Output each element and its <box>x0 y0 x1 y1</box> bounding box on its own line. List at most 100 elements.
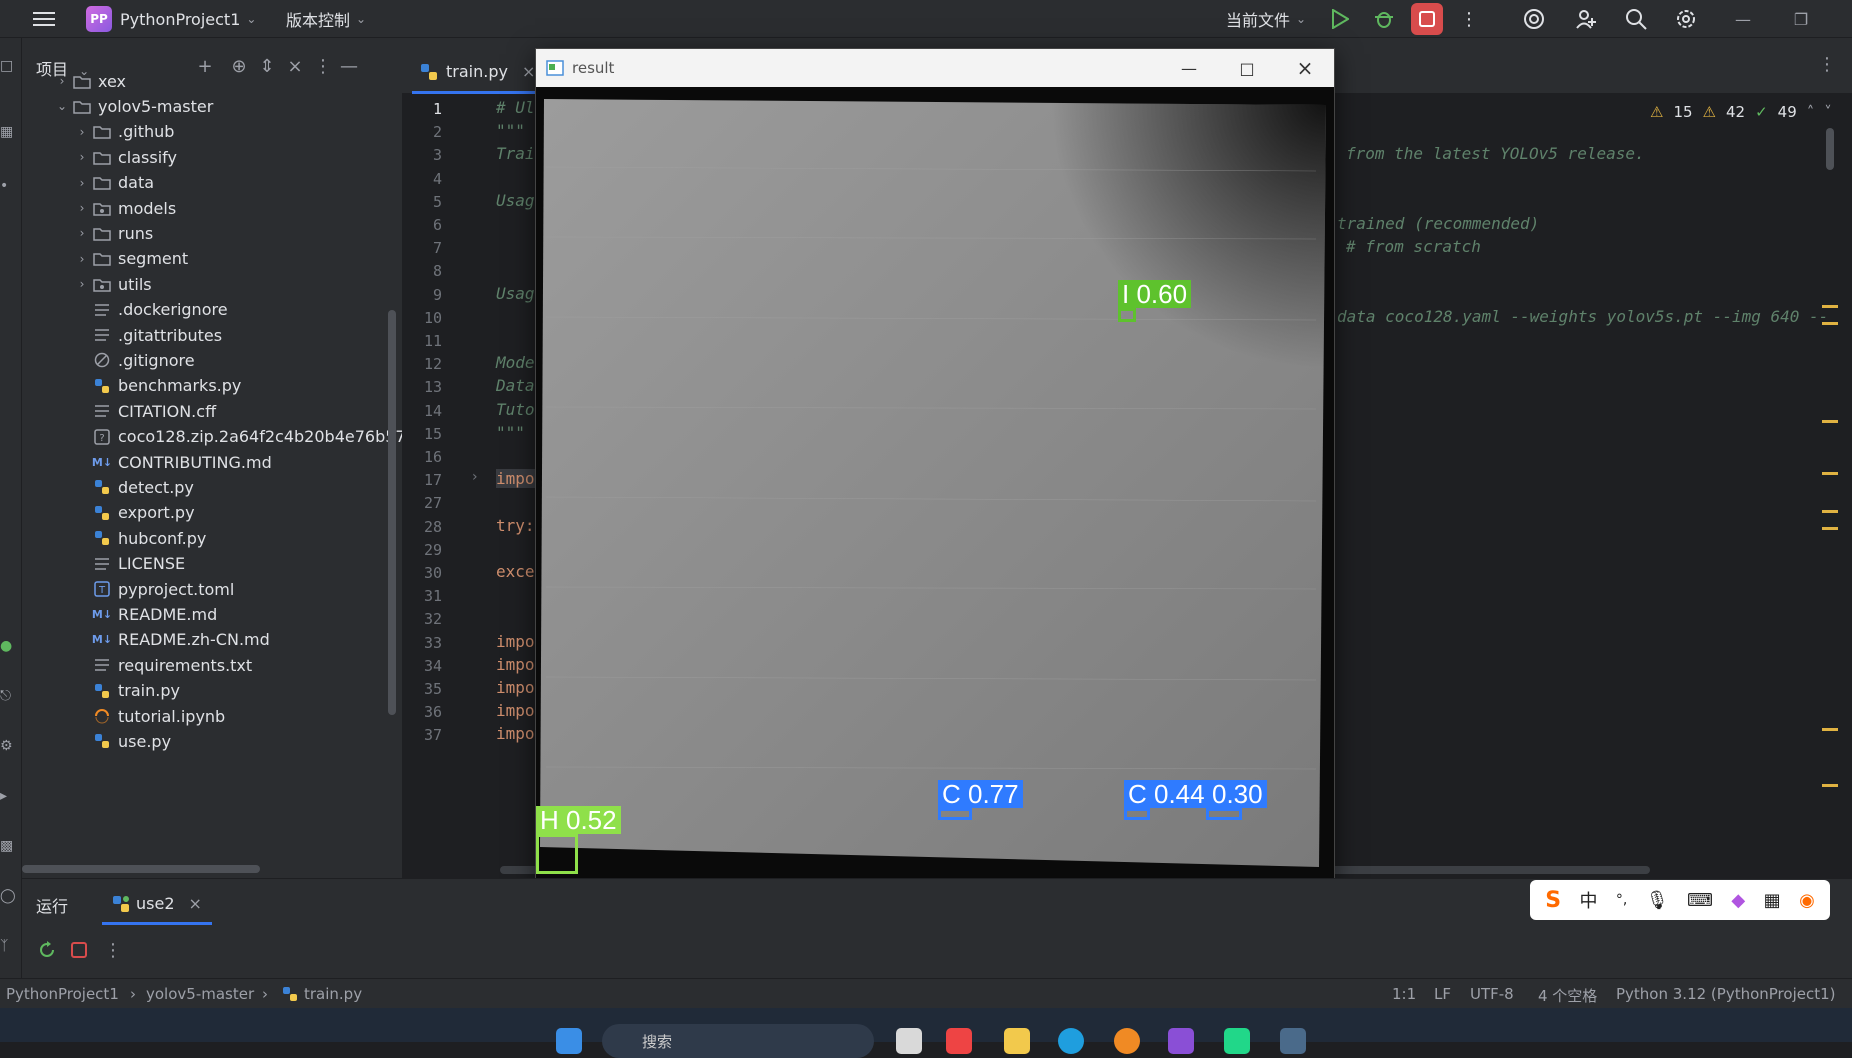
git-icon[interactable]: ᛉ <box>0 938 20 958</box>
app-icon[interactable] <box>1114 1028 1140 1054</box>
minimize-window-button[interactable]: — <box>1718 0 1768 38</box>
run-tab-use2[interactable]: use2 × <box>102 885 212 925</box>
tree-item[interactable]: export.py <box>72 499 195 527</box>
task-view-icon[interactable] <box>896 1028 922 1054</box>
tree-item[interactable]: .dockerignore <box>72 296 228 324</box>
tree-item[interactable]: .gitattributes <box>72 321 222 349</box>
tree-item[interactable]: detect.py <box>72 473 194 501</box>
ime-toolbar[interactable]: S 中 °, 🎙 ⌨ ◆ ▦ ◉ <box>1530 880 1830 920</box>
tree-item[interactable]: Tpyproject.toml <box>72 575 234 603</box>
start-menu-icon[interactable] <box>556 1028 582 1054</box>
chevron-right-icon[interactable]: › <box>72 176 92 190</box>
tree-item[interactable]: requirements.txt <box>72 651 252 679</box>
tree-item[interactable]: M↓ README.md <box>72 600 217 628</box>
grid-menu-icon[interactable]: ▦ <box>1764 890 1781 911</box>
inspection-widget[interactable]: ⚠ 15 ⚠ 42 ✓ 49 ˄ ˅ <box>1650 100 1832 124</box>
close-tab-icon[interactable]: × <box>522 62 535 81</box>
breadcrumb-project[interactable]: PythonProject1 <box>6 985 119 1003</box>
chevron-right-icon[interactable]: › <box>72 226 92 240</box>
ime-mode[interactable]: 中 <box>1579 887 1597 913</box>
structure-tool-icon[interactable]: ▦ <box>0 124 20 144</box>
chevron-down-icon[interactable]: ⌄ <box>52 99 72 113</box>
hide-panel-icon[interactable]: — <box>338 56 360 78</box>
chevron-up-icon[interactable]: ˄ <box>1807 103 1815 121</box>
close-tab-icon[interactable]: × <box>189 894 202 913</box>
warning-stripe[interactable] <box>1822 305 1838 308</box>
chevron-right-icon[interactable]: › <box>72 252 92 266</box>
tree-item[interactable]: › .github <box>72 118 175 146</box>
warning-stripe[interactable] <box>1822 322 1838 325</box>
tab-options-icon[interactable]: ⋮ <box>1818 54 1836 75</box>
tree-item[interactable]: train.py <box>72 677 180 705</box>
close-result-button[interactable]: × <box>1276 49 1334 87</box>
keyboard-icon[interactable]: ⌨ <box>1687 890 1713 911</box>
app-icon[interactable] <box>1280 1028 1306 1054</box>
visual-studio-icon[interactable] <box>1168 1028 1194 1054</box>
project-selector[interactable]: PP PythonProject1 ⌄ <box>86 0 256 38</box>
taskbar-search[interactable]: 搜索 <box>602 1024 874 1058</box>
python-interpreter[interactable]: Python 3.12 (PythonProject1) <box>1616 985 1836 1003</box>
tree-item[interactable]: › classify <box>72 143 177 171</box>
locate-icon[interactable]: ⊕ <box>228 56 250 78</box>
terminal-icon[interactable]: ▩ <box>0 838 20 858</box>
rerun-button[interactable] <box>36 939 58 961</box>
main-menu-button[interactable] <box>30 5 58 33</box>
tree-item[interactable]: › runs <box>72 219 154 247</box>
tree-item[interactable]: .gitignore <box>72 346 195 374</box>
tree-item[interactable]: ? coco128.zip.2a64f2c4b20b4e76b575 <box>72 423 416 451</box>
chevron-right-icon[interactable]: › <box>72 201 92 215</box>
python-console-icon[interactable]: ▸ <box>0 788 20 808</box>
tree-item[interactable]: hubconf.py <box>72 524 206 552</box>
options-icon[interactable]: ⋮ <box>312 56 334 78</box>
restore-window-button[interactable]: ❐ <box>1776 0 1826 38</box>
more-tools-icon[interactable]: • <box>0 178 20 198</box>
ai-assistant-button[interactable] <box>1520 5 1548 33</box>
tree-item[interactable]: tutorial.ipynb <box>72 702 225 730</box>
stop-button[interactable] <box>1411 3 1443 35</box>
python-packages-icon[interactable]: ⎋ <box>0 688 20 708</box>
indent-setting[interactable]: 4 个空格 <box>1538 985 1597 1006</box>
warning-stripe[interactable] <box>1822 784 1838 787</box>
run-config-selector[interactable]: 当前文件 ⌄ <box>1226 0 1306 38</box>
tree-item[interactable]: › segment <box>72 245 189 273</box>
project-horizontal-scrollbar[interactable] <box>22 865 260 873</box>
file-encoding[interactable]: UTF-8 <box>1470 985 1514 1003</box>
edge-browser-icon[interactable] <box>1058 1028 1084 1054</box>
tree-item[interactable]: CITATION.cff <box>72 397 216 425</box>
add-user-button[interactable] <box>1572 5 1600 33</box>
breadcrumb-file[interactable]: train.py <box>282 985 362 1003</box>
warning-stripe[interactable] <box>1822 527 1838 530</box>
chevron-down-icon[interactable]: ˅ <box>1824 103 1832 121</box>
collapse-all-icon[interactable]: × <box>284 56 306 78</box>
breadcrumb-folder[interactable]: yolov5-master <box>146 985 254 1003</box>
problems-icon[interactable]: ◯ <box>0 888 20 908</box>
chevron-right-icon[interactable]: › <box>52 74 72 88</box>
vcs-menu[interactable]: 版本控制 ⌄ <box>286 0 366 38</box>
tree-item[interactable]: › xex <box>52 67 126 95</box>
tab-train-py[interactable]: train.py × <box>412 52 544 94</box>
stop-run-button[interactable] <box>68 939 90 961</box>
add-icon[interactable]: + <box>194 56 216 78</box>
minimize-result-button[interactable]: — <box>1160 49 1218 87</box>
run-more-icon[interactable]: ⋮ <box>102 939 124 961</box>
tree-item[interactable]: use.py <box>72 727 171 755</box>
run-tool-icon[interactable]: ● <box>0 638 20 658</box>
warning-stripe[interactable] <box>1822 510 1838 513</box>
tree-item[interactable]: M↓ CONTRIBUTING.md <box>72 448 272 476</box>
line-separator[interactable]: LF <box>1434 985 1451 1003</box>
ime-punctuation[interactable]: °, <box>1616 892 1627 908</box>
warning-stripe[interactable] <box>1822 472 1838 475</box>
run-button[interactable] <box>1326 5 1354 33</box>
debug-button[interactable] <box>1370 5 1398 33</box>
tree-item[interactable]: LICENSE <box>72 550 185 578</box>
chevron-right-icon[interactable]: › <box>72 150 92 164</box>
project-tool-icon[interactable]: □ <box>0 58 20 78</box>
caret-position[interactable]: 1:1 <box>1392 985 1416 1003</box>
services-icon[interactable]: ⚙ <box>0 738 20 758</box>
skin-icon[interactable]: ◆ <box>1731 890 1745 911</box>
tree-item[interactable]: benchmarks.py <box>72 372 241 400</box>
tree-item[interactable]: ⌄ yolov5-master <box>52 92 213 120</box>
result-window-titlebar[interactable]: result — □ × <box>536 49 1334 87</box>
app-icon[interactable] <box>946 1028 972 1054</box>
tree-item[interactable]: › utils <box>72 270 152 298</box>
